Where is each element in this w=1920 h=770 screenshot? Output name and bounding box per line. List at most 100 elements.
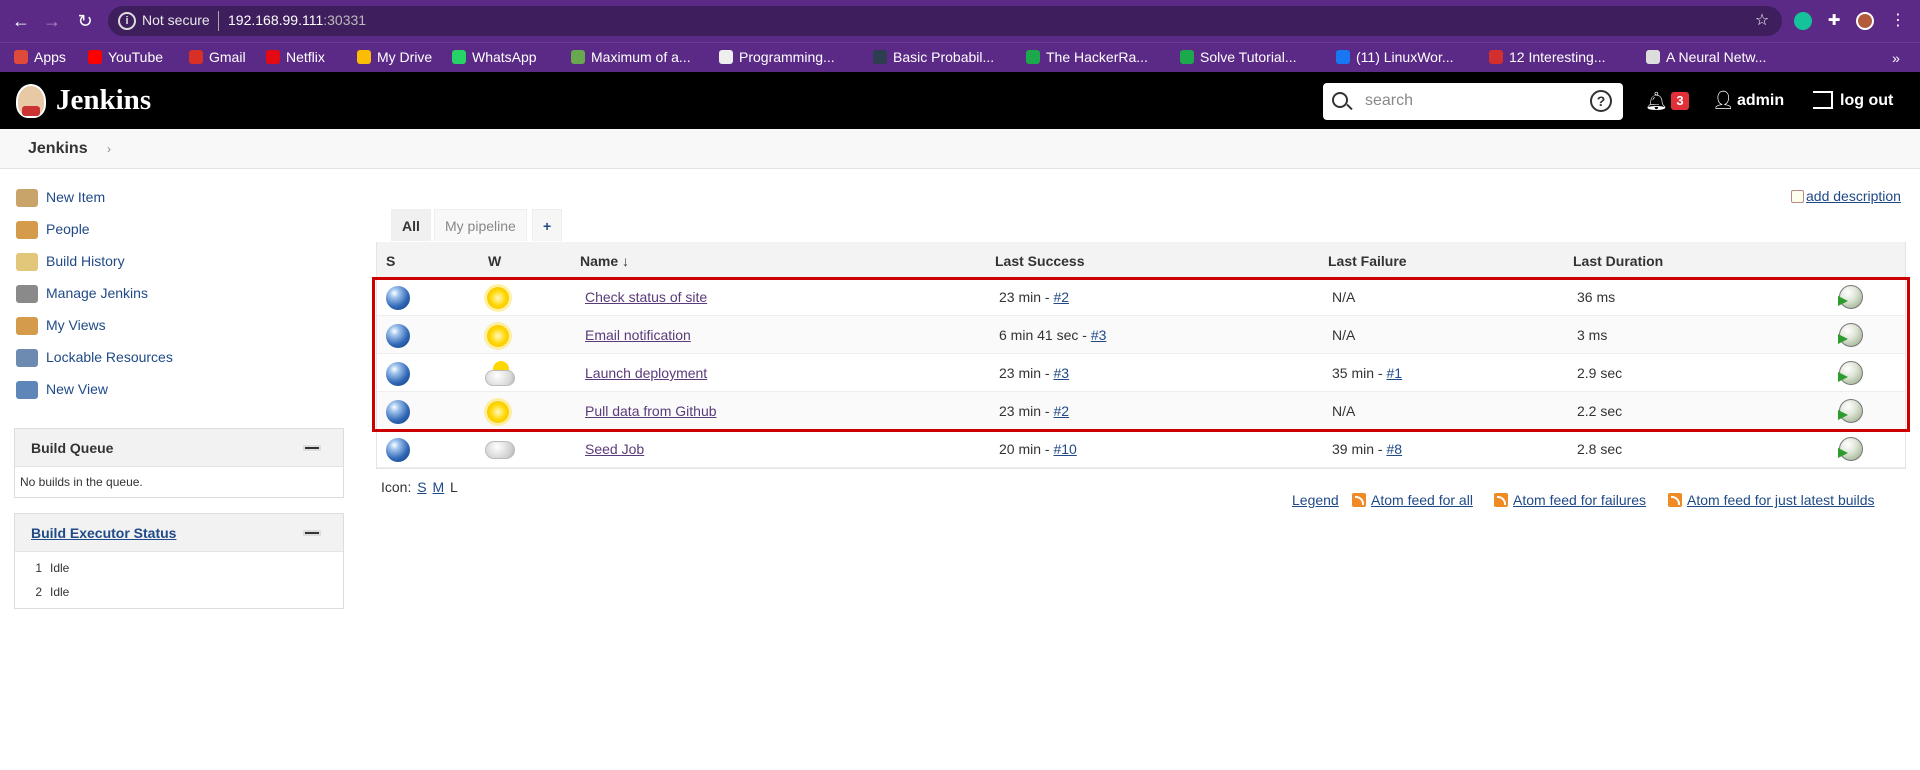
job-name-link[interactable]: Check status of site [585, 289, 707, 305]
bookmark-item[interactable]: Solve Tutorial... [1180, 47, 1297, 67]
logout-icon[interactable] [1813, 91, 1833, 109]
bookmark-item[interactable]: Programming... [719, 47, 835, 67]
bookmark-item[interactable]: Apps [14, 47, 66, 67]
sidebar-item-label[interactable]: New View [46, 381, 108, 397]
schedule-build-icon[interactable] [1839, 361, 1863, 385]
icon-size-s[interactable]: S [417, 479, 426, 495]
bell-icon[interactable]: 🔔︎ [1645, 91, 1668, 112]
executor-status-title[interactable]: Build Executor Status [31, 525, 176, 541]
column-last-duration[interactable]: Last Duration [1573, 253, 1663, 269]
rss-icon [1352, 493, 1366, 507]
back-icon[interactable]: ← [9, 9, 33, 33]
last-failure-build-link[interactable]: #8 [1386, 441, 1402, 457]
last-failure: 35 min - #1 [1332, 365, 1402, 381]
last-failure: N/A [1332, 289, 1355, 305]
feed-latest-link[interactable]: Atom feed for just latest builds [1668, 492, 1875, 508]
job-name-link[interactable]: Email notification [585, 327, 691, 343]
user-name[interactable]: admin [1737, 92, 1784, 110]
bookmark-item[interactable]: Gmail [189, 47, 246, 67]
more-bookmarks-icon[interactable]: » [1884, 46, 1908, 70]
bookmark-label: Solve Tutorial... [1200, 49, 1297, 65]
url-host: 192.168.99.111 [228, 12, 324, 28]
breadcrumb-jenkins[interactable]: Jenkins [28, 140, 88, 158]
help-icon[interactable]: ? [1590, 90, 1612, 112]
sidebar-item-label[interactable]: Build History [46, 253, 125, 269]
logout-link[interactable]: log out [1840, 92, 1893, 110]
last-success-build-link[interactable]: #2 [1053, 289, 1069, 305]
edit-description-icon[interactable] [1791, 190, 1804, 203]
jenkins-logo-icon[interactable] [16, 84, 46, 118]
last-failure-time: 35 min - [1332, 365, 1387, 381]
bookmark-label: 12 Interesting... [1509, 49, 1606, 65]
collapse-icon[interactable] [305, 532, 319, 534]
star-icon[interactable]: ☆ [1750, 9, 1774, 33]
extensions-icon[interactable]: ✚ [1822, 9, 1846, 33]
tab-all[interactable]: All [391, 209, 431, 241]
last-success-build-link[interactable]: #10 [1053, 441, 1076, 457]
feed-failures-link[interactable]: Atom feed for failures [1494, 492, 1646, 508]
schedule-build-icon[interactable] [1839, 323, 1863, 347]
last-success-build-link[interactable]: #3 [1091, 327, 1107, 343]
forward-icon[interactable]: → [40, 9, 64, 33]
bookmark-item[interactable]: Maximum of a... [571, 47, 691, 67]
user-icon[interactable]: 👤︎ [1712, 90, 1735, 111]
job-name-link[interactable]: Pull data from Github [585, 403, 717, 419]
bookmark-item[interactable]: 12 Interesting... [1489, 47, 1606, 67]
table-row: Pull data from Github 23 min - #2 N/A 2.2 s… [377, 392, 1905, 430]
schedule-build-icon[interactable] [1839, 285, 1863, 309]
executor-status-pane: Build Executor Status 1 Idle 2 Idle [14, 513, 344, 609]
job-table: S W Name ↓ Last Success Last Failure Las… [376, 242, 1906, 469]
feed-failures-label: Atom feed for failures [1513, 492, 1647, 508]
sidebar-item-label[interactable]: Manage Jenkins [46, 285, 148, 301]
schedule-build-icon[interactable] [1839, 437, 1863, 461]
table-header: S W Name ↓ Last Success Last Failure Las… [377, 242, 1905, 278]
icon-size-m[interactable]: M [432, 479, 444, 495]
job-name-link[interactable]: Seed Job [585, 441, 644, 457]
last-failure-build-link[interactable]: #1 [1386, 365, 1402, 381]
url-text[interactable]: 192.168.99.111:30331 [228, 12, 366, 28]
schedule-build-icon[interactable] [1839, 399, 1863, 423]
menu-icon[interactable]: ⋮ [1886, 9, 1910, 33]
sidebar-item-label[interactable]: Lockable Resources [46, 349, 173, 365]
collapse-icon[interactable] [305, 447, 319, 449]
bookmark-item[interactable]: The HackerRa... [1026, 47, 1148, 67]
reload-icon[interactable]: ↻ [73, 9, 97, 33]
sidebar-item-label[interactable]: New Item [46, 189, 105, 205]
tab-my-pipeline[interactable]: My pipeline [434, 209, 527, 241]
job-name-link[interactable]: Launch deployment [585, 365, 707, 381]
column-last-success[interactable]: Last Success [995, 253, 1085, 269]
last-duration: 3 ms [1577, 327, 1608, 343]
bookmark-item[interactable]: WhatsApp [452, 47, 537, 67]
column-status[interactable]: S [386, 253, 395, 269]
sidebar-item-label[interactable]: My Views [46, 317, 106, 333]
bookmark-label: My Drive [377, 49, 433, 65]
tab-add-view[interactable]: + [532, 209, 563, 241]
info-icon[interactable]: i [118, 12, 136, 30]
bookmark-icon [571, 50, 585, 64]
last-success-build-link[interactable]: #2 [1053, 403, 1069, 419]
column-weather[interactable]: W [488, 253, 501, 269]
bookmark-item[interactable]: (11) LinuxWor... [1336, 47, 1454, 67]
search-input[interactable] [1365, 90, 1575, 112]
notification-badge[interactable]: 3 [1671, 92, 1689, 110]
chevron-right-icon[interactable]: › [107, 142, 111, 156]
feed-all-label: Atom feed for all [1371, 492, 1473, 508]
bookmark-label: (11) LinuxWor... [1356, 49, 1454, 65]
bookmark-icon [1180, 50, 1194, 64]
bookmark-item[interactable]: Netflix [266, 47, 325, 67]
bookmark-item[interactable]: Basic Probabil... [873, 47, 994, 67]
profile-avatar[interactable] [1856, 12, 1874, 30]
sidebar-item-label[interactable]: People [46, 221, 90, 237]
bookmark-item[interactable]: My Drive [357, 47, 432, 67]
bookmark-item[interactable]: A Neural Netw... [1646, 47, 1766, 67]
feed-all-link[interactable]: Atom feed for all [1352, 492, 1473, 508]
legend-link[interactable]: Legend [1292, 492, 1339, 508]
add-description-link[interactable]: add description [1806, 188, 1901, 204]
jenkins-title[interactable]: Jenkins [56, 84, 151, 117]
column-name[interactable]: Name ↓ [580, 253, 629, 269]
last-success-build-link[interactable]: #3 [1053, 365, 1069, 381]
grammarly-icon[interactable] [1794, 12, 1812, 30]
weather-cloudy-icon [485, 441, 515, 459]
bookmark-item[interactable]: YouTube [88, 47, 163, 67]
column-last-failure[interactable]: Last Failure [1328, 253, 1407, 269]
